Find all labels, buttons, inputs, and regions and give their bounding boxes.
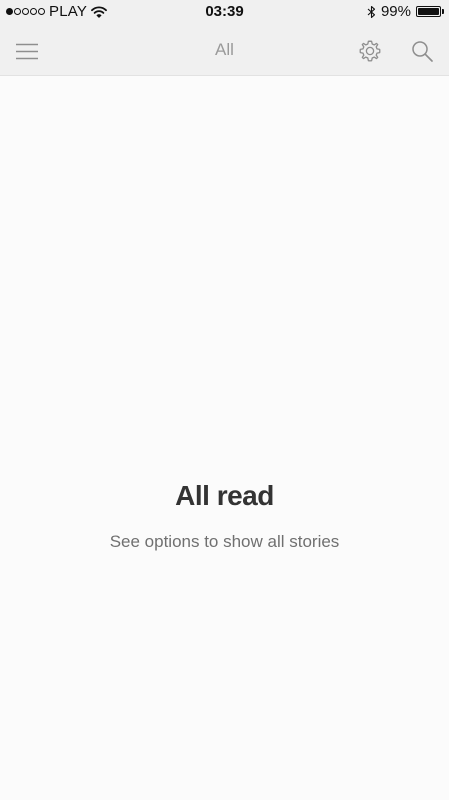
search-button[interactable] (407, 36, 437, 66)
navigation-bar: All (0, 24, 449, 76)
settings-button[interactable] (355, 36, 385, 66)
search-icon (412, 41, 433, 62)
bluetooth-icon (367, 5, 376, 18)
battery-percent: 99% (380, 3, 411, 20)
battery-icon (416, 6, 444, 17)
gear-icon (359, 40, 381, 62)
status-bar: PLAY 03:39 99% (0, 0, 449, 24)
empty-state-title: All read (175, 480, 274, 511)
status-bar-right: 99% (367, 3, 444, 20)
stories-list-empty-state: All read See options to show all stories (0, 76, 449, 800)
empty-state-subtitle[interactable]: See options to show all stories (0, 532, 449, 552)
